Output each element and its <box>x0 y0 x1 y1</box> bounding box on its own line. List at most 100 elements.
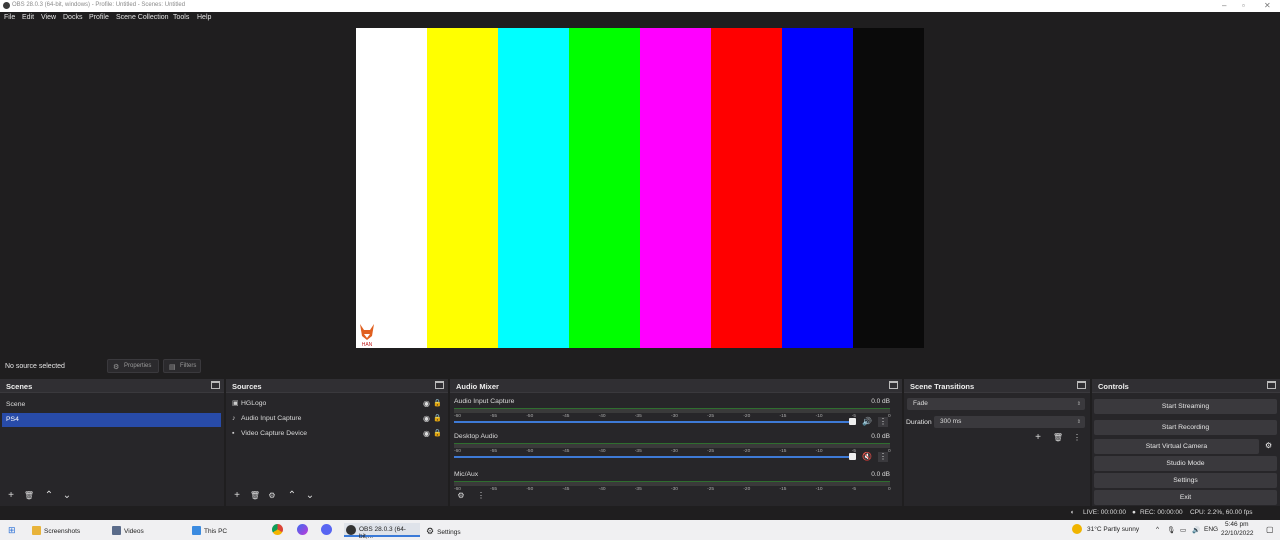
add-icon[interactable]: + <box>230 490 244 502</box>
maximize-icon[interactable]: ▫ <box>1242 1 1245 10</box>
notification-icon[interactable]: ▢ <box>1266 525 1274 534</box>
transition-value: Fade <box>913 400 928 407</box>
undock-icon[interactable] <box>435 381 444 389</box>
muted-speaker-icon[interactable]: 🔇 <box>862 452 872 461</box>
exit-button[interactable]: Exit <box>1094 490 1277 505</box>
image-icon: ▣ <box>232 400 239 407</box>
menu-help[interactable]: Help <box>197 14 211 21</box>
spin-arrows-icon: ⇕ <box>1076 401 1081 407</box>
menu-tools[interactable]: Tools <box>173 14 189 21</box>
microphone-icon[interactable]: 🎙 <box>1167 526 1175 534</box>
minimize-icon[interactable]: – <box>1222 1 1226 10</box>
chrome-icon[interactable] <box>272 524 286 535</box>
rec-time: REC: 00:00:00 <box>1140 509 1183 516</box>
duration-field[interactable]: 300 ms ⇕ <box>934 416 1085 428</box>
scale-tick: -55 <box>490 487 498 492</box>
menu-scene-collection[interactable]: Scene Collection <box>116 14 169 21</box>
source-row[interactable]: ▪ Video Capture Device ◉ 🔒 <box>232 427 444 441</box>
clock-date[interactable]: 22/10/2022 <box>1221 530 1254 537</box>
undock-icon[interactable] <box>1267 381 1276 389</box>
eye-icon[interactable]: ◉ <box>423 412 430 426</box>
more-icon[interactable]: ⋮ <box>878 452 888 462</box>
menu-profile[interactable]: Profile <box>89 14 109 21</box>
more-icon[interactable]: ⋮ <box>1070 432 1084 444</box>
scale-tick: -50 <box>526 487 534 492</box>
properties-label: Properties <box>124 363 152 369</box>
color-bar <box>782 28 853 348</box>
folder-icon <box>32 526 41 535</box>
windows-start-icon[interactable]: ⊞ <box>8 525 16 536</box>
trash-icon[interactable]: 🗑 <box>1051 432 1065 444</box>
chevron-down-icon[interactable]: ⌄ <box>303 490 317 502</box>
menu-docks[interactable]: Docks <box>63 14 82 21</box>
trash-icon[interactable]: 🗑 <box>22 490 36 502</box>
discord-icon[interactable] <box>321 524 335 535</box>
obs-app-icon <box>3 2 10 9</box>
speaker-icon[interactable]: 🔊 <box>862 417 872 426</box>
add-icon[interactable]: + <box>1031 432 1045 444</box>
chevron-up-icon[interactable]: ^ <box>1156 526 1159 533</box>
taskbar-settings[interactable]: ⚙ Settings <box>426 526 461 537</box>
chevron-up-icon[interactable]: ⌃ <box>285 490 299 502</box>
volume-slider[interactable] <box>454 456 854 458</box>
gear-icon[interactable]: ⚙ <box>265 490 279 502</box>
transition-select[interactable]: Fade ⇕ <box>907 398 1085 410</box>
filter-icon: ▤ <box>169 364 176 371</box>
properties-button[interactable]: ⚙ Properties <box>107 359 159 373</box>
scale-tick: -15 <box>779 449 787 454</box>
undock-icon[interactable] <box>1077 381 1086 389</box>
language-indicator[interactable]: ENG <box>1204 526 1218 533</box>
clock-time[interactable]: 5:46 pm <box>1225 521 1249 528</box>
scene-item[interactable]: Scene <box>2 398 221 412</box>
volume-slider-handle[interactable] <box>849 418 856 425</box>
taskbar-obs[interactable]: OBS 28.0.3 (64-bit,... <box>344 523 420 540</box>
settings-button[interactable]: Settings <box>1094 473 1277 488</box>
scale-tick: 0 <box>888 487 891 492</box>
messenger-icon[interactable] <box>297 524 311 535</box>
volume-slider-handle[interactable] <box>849 453 856 460</box>
add-icon[interactable]: + <box>4 490 18 502</box>
lock-icon[interactable]: 🔒 <box>433 427 442 441</box>
source-row[interactable]: ▣ HGLogo ◉ 🔒 <box>232 397 444 411</box>
scene-item-selected[interactable]: PS4 <box>2 413 221 427</box>
source-label: Audio Input Capture <box>241 415 302 422</box>
scale-tick: -40 <box>598 487 606 492</box>
undock-icon[interactable] <box>211 381 220 389</box>
lock-icon[interactable]: 🔒 <box>433 397 442 411</box>
source-label: HGLogo <box>241 400 267 407</box>
scale-tick: -25 <box>707 414 715 419</box>
lock-icon[interactable]: 🔒 <box>433 412 442 426</box>
taskbar-this-pc[interactable]: This PC <box>192 526 227 535</box>
taskbar-obs-label: OBS 28.0.3 (64-bit,... <box>359 526 406 540</box>
menu-file[interactable]: File <box>4 14 15 21</box>
eye-icon[interactable]: ◉ <box>423 397 430 411</box>
source-toolbar: No source selected ⚙ Properties ▤ Filter… <box>0 358 1280 375</box>
menu-view[interactable]: View <box>41 14 56 21</box>
start-recording-button[interactable]: Start Recording <box>1094 420 1277 435</box>
volume-meter <box>454 411 890 413</box>
eye-icon[interactable]: ◉ <box>423 427 430 441</box>
filters-button[interactable]: ▤ Filters <box>163 359 201 373</box>
close-icon[interactable]: ✕ <box>1264 1 1271 10</box>
trash-icon[interactable]: 🗑 <box>248 490 262 502</box>
color-bars-preview[interactable] <box>356 28 924 348</box>
weather-text[interactable]: 31°C Partly sunny <box>1087 526 1139 533</box>
meter-scale: -60 -55 -50 -45 -40 -35 -30 -25 -20 -15 -10 -5 0 <box>454 449 891 455</box>
chevron-down-icon[interactable]: ⌄ <box>60 490 74 502</box>
volume-slider[interactable] <box>454 421 854 423</box>
scale-tick: 0 <box>888 414 891 419</box>
studio-mode-button[interactable]: Studio Mode <box>1094 456 1277 471</box>
network-icon[interactable]: ▭ <box>1180 526 1186 534</box>
source-row[interactable]: ♪ Audio Input Capture ◉ 🔒 <box>232 412 444 426</box>
gear-icon[interactable]: ⚙ <box>1265 441 1272 450</box>
sources-title: Sources <box>232 382 262 391</box>
taskbar-screenshots[interactable]: Screenshots <box>32 526 80 535</box>
start-virtual-camera-button[interactable]: Start Virtual Camera <box>1094 439 1259 454</box>
menu-edit[interactable]: Edit <box>22 14 34 21</box>
chevron-up-icon[interactable]: ⌃ <box>42 490 56 502</box>
start-streaming-button[interactable]: Start Streaming <box>1094 399 1277 414</box>
undock-icon[interactable] <box>889 381 898 389</box>
taskbar-videos[interactable]: Videos <box>112 526 144 535</box>
speaker-icon[interactable]: 🔊 <box>1192 526 1200 534</box>
more-icon[interactable]: ⋮ <box>878 417 888 427</box>
